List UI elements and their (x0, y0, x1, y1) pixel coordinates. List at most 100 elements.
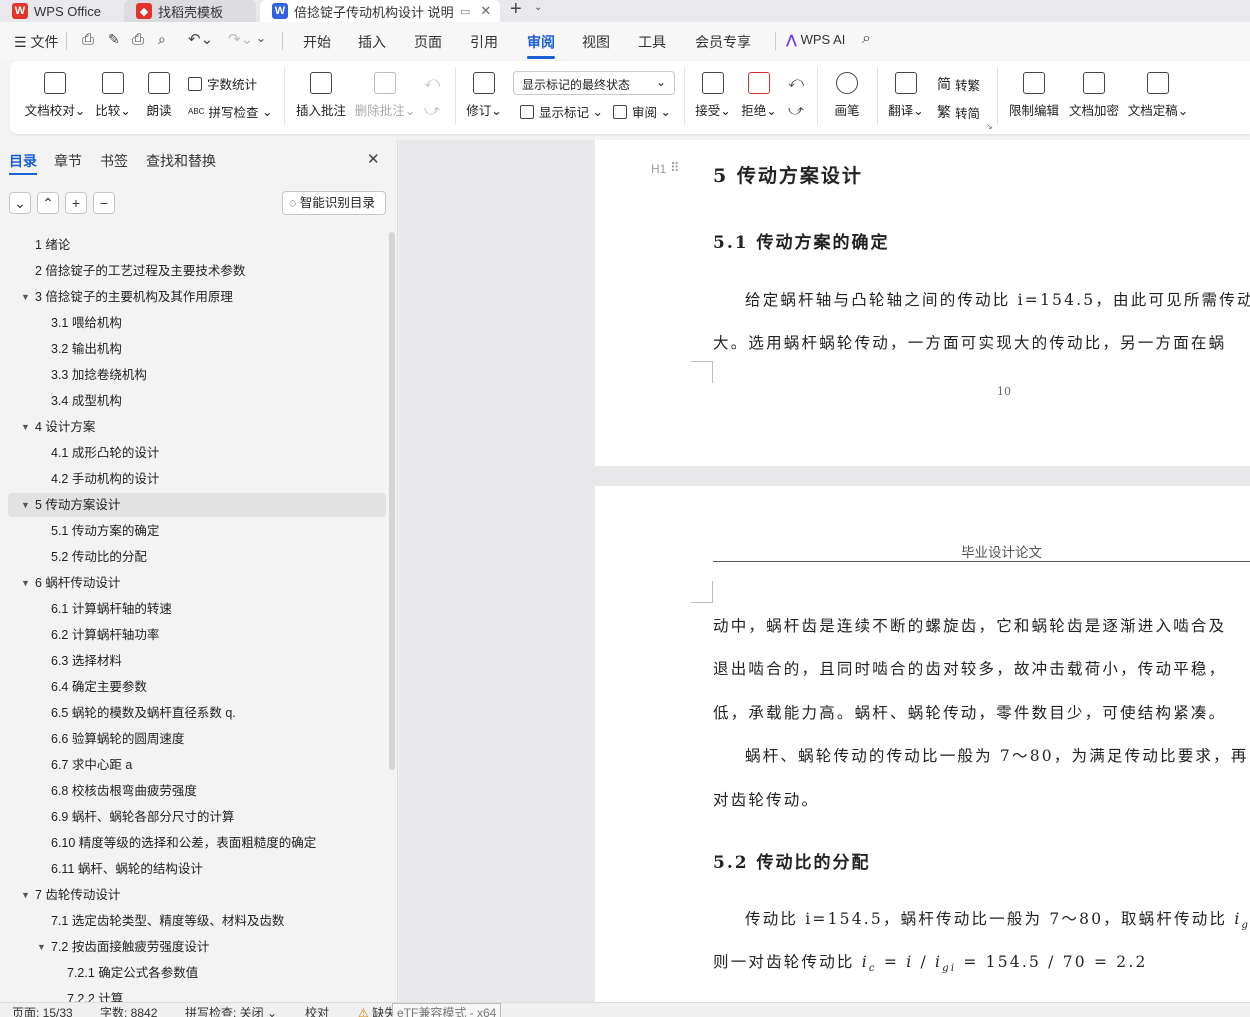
markup-display-select[interactable]: 显示标记的最终状态 ⌄ (513, 71, 675, 95)
monitor-icon[interactable]: ▭ (460, 5, 470, 18)
toc-item[interactable]: 6.5 蜗轮的模数及蜗杆直径系数 q. (8, 701, 386, 725)
tab-list-chevron-icon[interactable]: ⌄ (534, 2, 542, 13)
menu-view[interactable]: 视图 (582, 32, 610, 52)
compare-button[interactable]: 比较⌄ (94, 72, 132, 119)
toc-item[interactable]: 6.9 蜗杆、蜗轮各部分尺寸的计算 (8, 805, 386, 829)
to-simplified-button[interactable]: 繁转简 (937, 102, 980, 122)
tab-bookmarks[interactable]: 书签 (100, 151, 128, 171)
toc-item[interactable]: ▼ 6 蜗杆传动设计 (8, 571, 386, 595)
undo-icon[interactable]: ↶⌄ (188, 30, 213, 48)
toc-item[interactable]: ▼ 7 齿轮传动设计 (8, 883, 386, 907)
doc-proof-button[interactable]: 文档校对⌄ (22, 72, 88, 119)
new-tab-icon[interactable]: + (510, 0, 522, 21)
spell-check-button[interactable]: ABC 拼写检查 ⌄ (188, 102, 272, 121)
toc-item[interactable]: 7.1 选定齿轮类型、精度等级、材料及齿数 (8, 909, 386, 933)
menu-references[interactable]: 引用 (470, 32, 498, 52)
toc-item[interactable]: 6.4 确定主要参数 (8, 675, 386, 699)
toc-item[interactable]: 3.2 输出机构 (8, 337, 386, 361)
more-chevron-icon[interactable]: ⌄ (256, 31, 266, 45)
expand-arrow-icon[interactable]: ▼ (21, 883, 30, 907)
reject-button[interactable]: 拒绝⌄ (740, 72, 778, 119)
close-tab-icon[interactable]: ✕ (480, 3, 491, 19)
word-count-indicator[interactable]: 字数: 8842 (100, 1004, 157, 1017)
proofread-status[interactable]: 校对 (305, 1004, 329, 1017)
toc-item[interactable]: 6.10 精度等级的选择和公差，表面粗糙度的确定 (8, 831, 386, 855)
delete-comment-button[interactable]: 删除批注⌄ (354, 72, 416, 119)
toc-item[interactable]: ▼ 5 传动方案设计 (8, 493, 386, 517)
to-traditional-button[interactable]: 简转繁 (937, 74, 980, 94)
toc-item[interactable]: 4.1 成形凸轮的设计 (8, 441, 386, 465)
review-pane-button[interactable]: 审阅 ⌄ (613, 102, 671, 121)
toc-item[interactable]: 2 倍捻锭子的工艺过程及主要技术参数 (8, 259, 386, 283)
toc-item[interactable]: 6.1 计算蜗杆轴的转速 (8, 597, 386, 621)
toc-item[interactable]: 3.4 成型机构 (8, 389, 386, 413)
toc-item[interactable]: 6.2 计算蜗杆轴功率 (8, 623, 386, 647)
menu-page[interactable]: 页面 (414, 32, 442, 52)
toc-item[interactable]: 6.7 求中心距 a (8, 753, 386, 777)
remove-heading-button[interactable]: − (93, 192, 115, 214)
toc-item[interactable]: 3.1 喂给机构 (8, 311, 386, 335)
tab-wps-office[interactable]: W WPS Office (0, 0, 120, 22)
expand-arrow-icon[interactable]: ▼ (21, 571, 30, 595)
spell-check-status[interactable]: 拼写检查: 关闭 ⌄ (185, 1004, 277, 1017)
toc-item[interactable]: 5.2 传动比的分配 (8, 545, 386, 569)
menu-home[interactable]: 开始 (303, 32, 331, 52)
redo-icon[interactable]: ↷⌄ (228, 30, 253, 48)
next-comment-icon[interactable]: ⤻ (424, 102, 440, 119)
drag-handle-icon[interactable]: ⠿ (670, 160, 680, 176)
insert-comment-button[interactable]: 插入批注 (294, 72, 348, 119)
expand-arrow-icon[interactable]: ▼ (21, 493, 30, 517)
toc-item[interactable]: ▼ 4 设计方案 (8, 415, 386, 439)
expand-arrow-icon[interactable]: ▼ (21, 285, 30, 309)
promote-level-button[interactable]: ⌃ (37, 192, 59, 214)
toc-item[interactable]: ▼ 3 倍捻锭子的主要机构及其作用原理 (8, 285, 386, 309)
word-count-button[interactable]: 字数统计 (188, 74, 257, 93)
menu-tools[interactable]: 工具 (638, 32, 666, 52)
toc-item[interactable]: 5.1 传动方案的确定 (8, 519, 386, 543)
page-indicator[interactable]: 页面: 15/33 (12, 1004, 73, 1017)
collapse-all-button[interactable]: ⌄ (9, 192, 31, 214)
smart-toc-button[interactable]: ◌ 智能识别目录 (282, 191, 386, 215)
add-heading-button[interactable]: + (65, 192, 87, 214)
previous-change-icon[interactable]: ⤺ (788, 74, 804, 91)
print-preview-icon[interactable]: ⌕ (158, 31, 166, 48)
toc-item[interactable]: 7.2.1 确定公式各参数值 (8, 961, 386, 985)
toc-item[interactable]: 6.6 验算蜗轮的圆周速度 (8, 727, 386, 751)
wps-ai-button[interactable]: ⋀ WPS AI (786, 32, 845, 48)
toc-item[interactable]: 4.2 手动机构的设计 (8, 467, 386, 491)
expand-arrow-icon[interactable]: ▼ (21, 415, 30, 439)
tab-find-replace[interactable]: 查找和替换 (146, 151, 216, 171)
dialog-launcher-icon[interactable]: ↘ (986, 122, 993, 131)
toc-item[interactable]: 1 绪论 (8, 233, 386, 257)
menu-insert[interactable]: 插入 (358, 32, 386, 52)
previous-comment-icon[interactable]: ⤺ (424, 74, 440, 91)
toc-item[interactable]: ▼ 7.2 按齿面接触疲劳强度设计 (8, 935, 386, 959)
toc-item[interactable]: 6.3 选择材料 (8, 649, 386, 673)
ink-button[interactable]: 画笔 (832, 72, 862, 119)
accept-button[interactable]: 接受⌄ (694, 72, 732, 119)
menu-review[interactable]: 审阅 (527, 32, 555, 52)
expand-arrow-icon[interactable]: ▼ (37, 935, 46, 959)
finalize-button[interactable]: 文档定稿⌄ (1127, 72, 1189, 119)
show-markup-button[interactable]: 显示标记 ⌄ (520, 102, 603, 121)
search-icon[interactable]: ⌕ (862, 30, 871, 48)
tab-toc[interactable]: 目录 (9, 151, 37, 171)
tab-chapters[interactable]: 章节 (54, 151, 82, 171)
save-icon[interactable]: ⎙ (82, 31, 94, 48)
toc-item[interactable]: 6.11 蜗杆、蜗轮的结构设计 (8, 857, 386, 881)
track-changes-button[interactable]: 修订⌄ (465, 72, 503, 119)
translate-button[interactable]: 翻译⌄ (887, 72, 925, 119)
file-menu[interactable]: ☰ 文件 (14, 32, 58, 52)
toc-scrollbar[interactable] (389, 232, 395, 770)
format-painter-icon[interactable]: ✎ (108, 31, 120, 48)
read-aloud-button[interactable]: 朗读 (144, 72, 174, 119)
next-change-icon[interactable]: ⤻ (788, 102, 804, 119)
toc-item[interactable]: 3.3 加捻卷绕机构 (8, 363, 386, 387)
menu-member[interactable]: 会员专享 (695, 32, 751, 52)
close-pane-icon[interactable]: ✕ (367, 150, 380, 168)
restrict-editing-button[interactable]: 限制编辑 (1007, 72, 1061, 119)
toc-item[interactable]: 6.8 校核齿根弯曲疲劳强度 (8, 779, 386, 803)
print-icon[interactable]: ⎙ (132, 31, 144, 48)
tab-document[interactable]: W 倍捻锭子传动机构设计 说明书 ▭ ✕ (260, 0, 500, 22)
encrypt-button[interactable]: 文档加密 (1067, 72, 1121, 119)
